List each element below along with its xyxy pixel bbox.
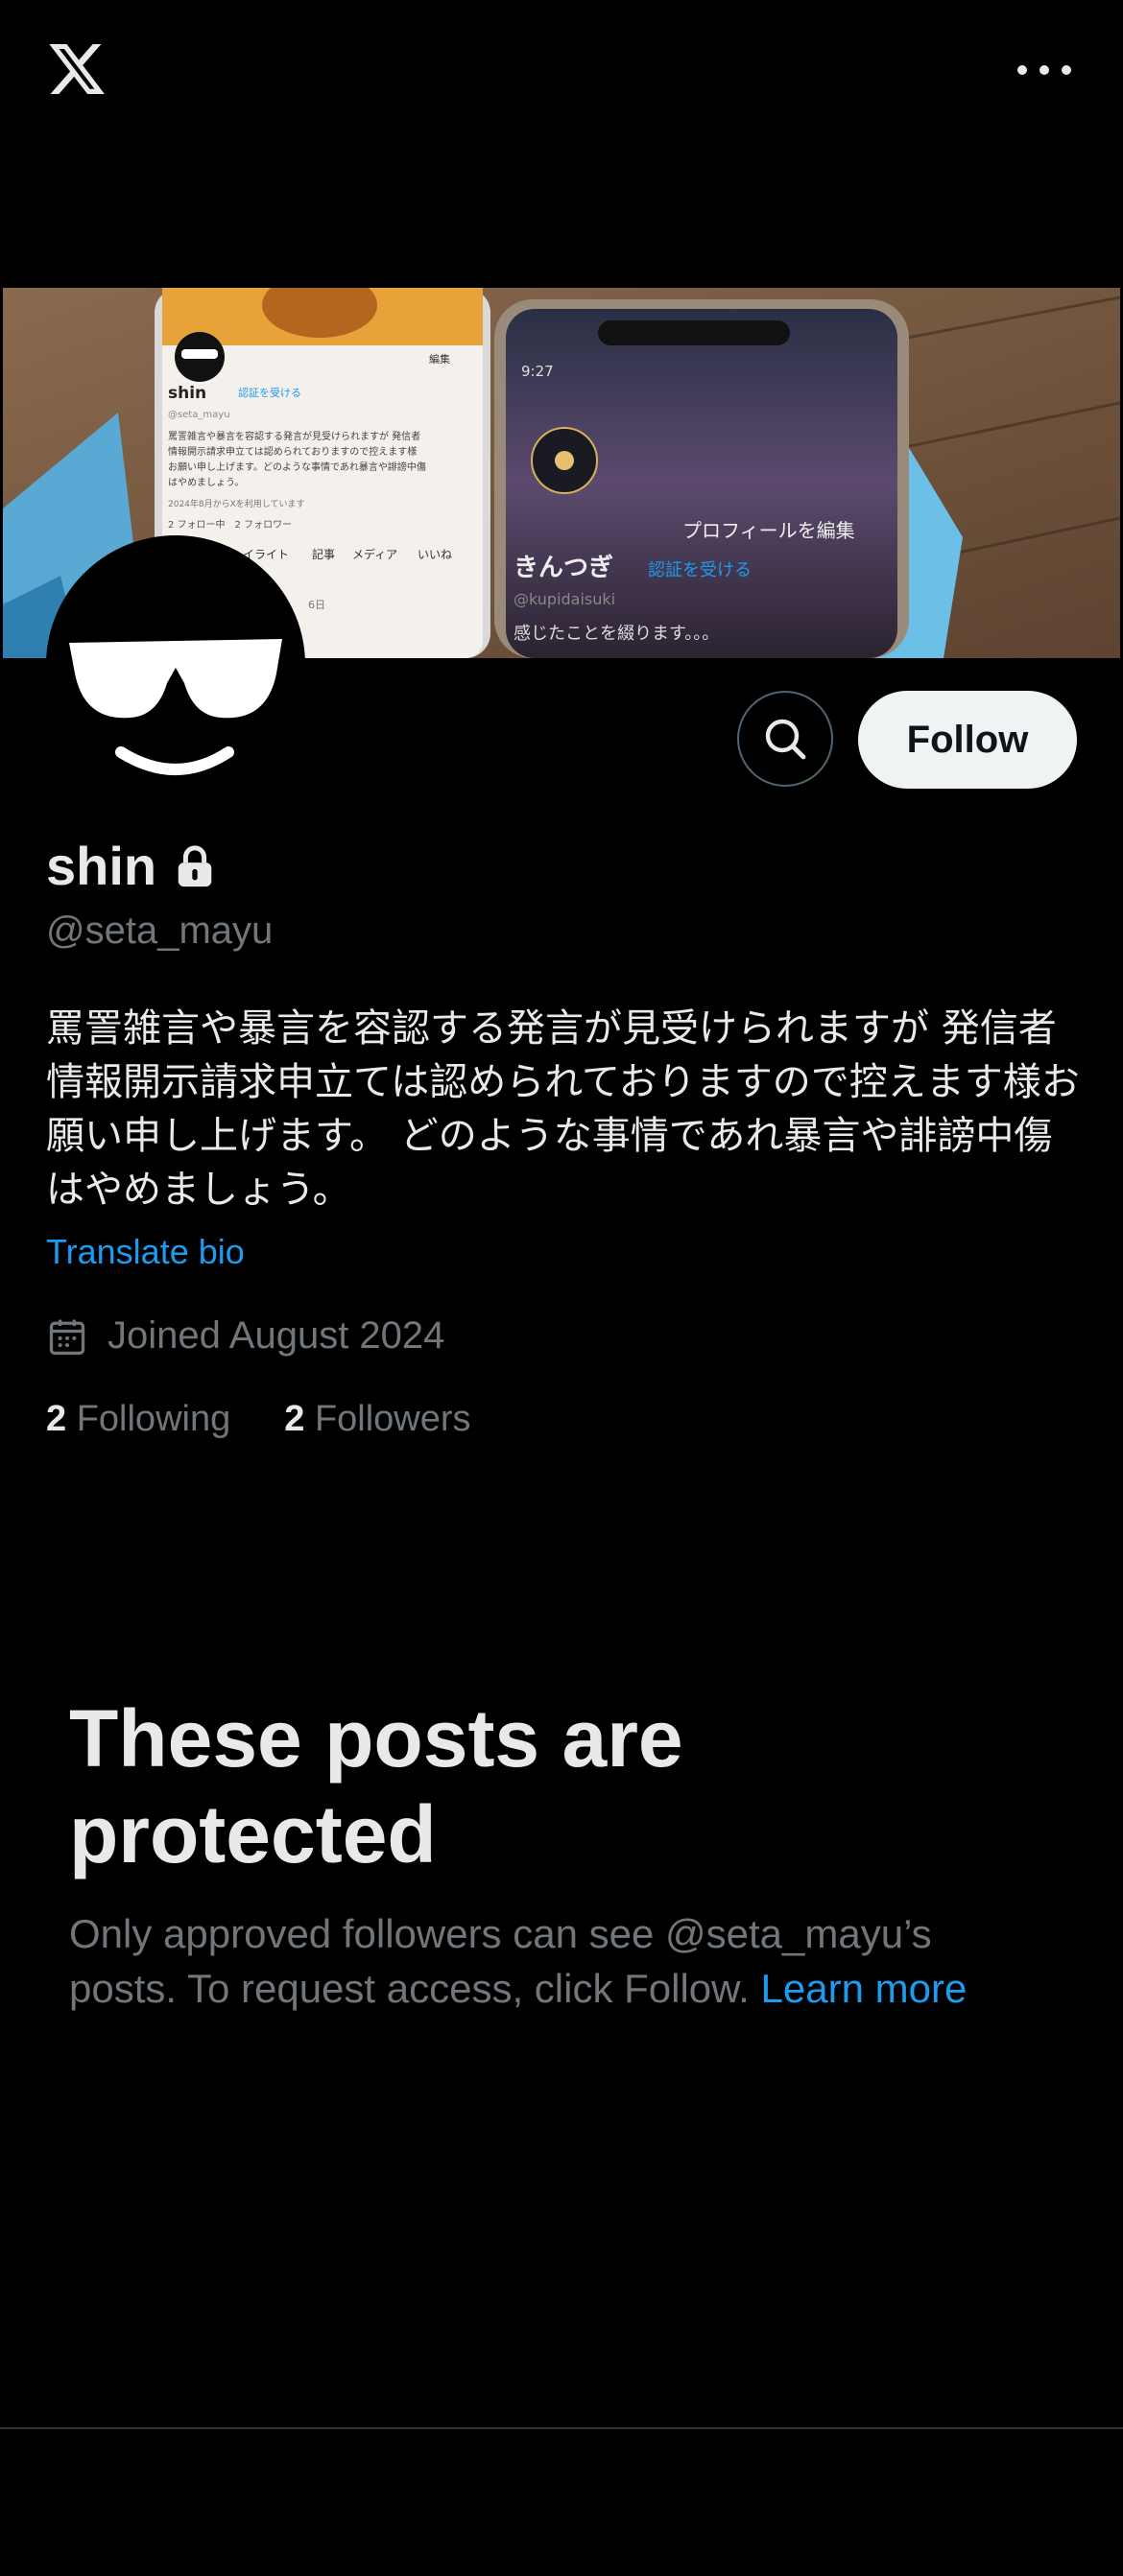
profile-bio: 罵詈雑言や暴言を容認する発言が見受けられますが 発信者情報開示請求申立ては認めら… [46,1006,1080,1212]
top-bar [0,0,1123,144]
x-logo[interactable] [44,38,109,100]
calendar-icon [49,1319,85,1355]
follow-button[interactable]: Follow [858,691,1077,789]
banner-left-badge: 認証を受ける [238,386,301,399]
follow-stats: 2 Following 2 Followers [46,1399,525,1440]
banner-right-name: きんつぎ [514,554,613,582]
sunglasses-smiley-icon [69,639,282,775]
user-handle: @seta_mayu [46,910,274,952]
joined-date: Joined August 2024 [108,1314,445,1357]
avatar[interactable] [46,535,305,794]
display-name: shin [46,836,157,896]
banner-right-handle: @kupidaisuki [514,590,615,608]
followers-link[interactable]: 2 Followers [284,1399,470,1440]
banner-right-edit: プロフィールを編集 [682,519,855,542]
search-button[interactable] [737,691,833,787]
banner-right-time: 9:27 [521,363,554,380]
following-count: 2 [46,1399,67,1439]
banner-left-bio-2: 情報開示請求申立ては認められておりますので控えます様 [168,445,417,458]
banner-left-bio-4: はやめましょう。 [168,477,244,488]
lock-icon [178,844,212,886]
banner-left-stats: 2 フォロー中 2 フォロワー [168,518,292,531]
learn-more-link[interactable]: Learn more [761,1966,968,2011]
bottom-divider [0,2427,1123,2429]
banner-left-edit: 編集 [429,352,450,366]
banner-left-tab-3: メディア [352,547,397,561]
protected-title: These posts are protected [69,1693,683,1879]
search-icon [765,719,806,760]
following-link[interactable]: 2 Following [46,1399,230,1440]
following-label: Following [76,1399,231,1439]
more-options-icon[interactable] [1017,53,1071,87]
joined-date-row: Joined August 2024 [46,1314,444,1358]
banner-right-bio: 感じたことを綴ります。。。 [514,624,719,644]
followers-count: 2 [284,1399,305,1439]
banner-left-tab-4: いいね [418,548,452,561]
banner-right-badge: 認証を受ける [648,560,752,580]
banner-left-bio-3: お願い申し上げます。どのような事情であれ暴言や誹謗中傷 [168,461,426,473]
banner-left-tab-2: 記事 [312,547,335,561]
banner-left-joined: 2024年8月からXを利用しています [168,498,305,509]
name-row: shin [46,835,214,897]
banner-left-bio-1: 罵詈雑言や暴言を容認する発言が見受けられますが 発信者 [168,430,420,442]
banner-left-name: shin [168,384,206,403]
banner-left-handle: @seta_mayu [168,410,230,420]
translate-bio-link[interactable]: Translate bio [46,1232,245,1272]
followers-label: Followers [314,1399,471,1439]
banner-left-date: 6日 [308,599,325,611]
protected-description: Only approved followers can see @seta_ma… [69,1906,1048,2016]
